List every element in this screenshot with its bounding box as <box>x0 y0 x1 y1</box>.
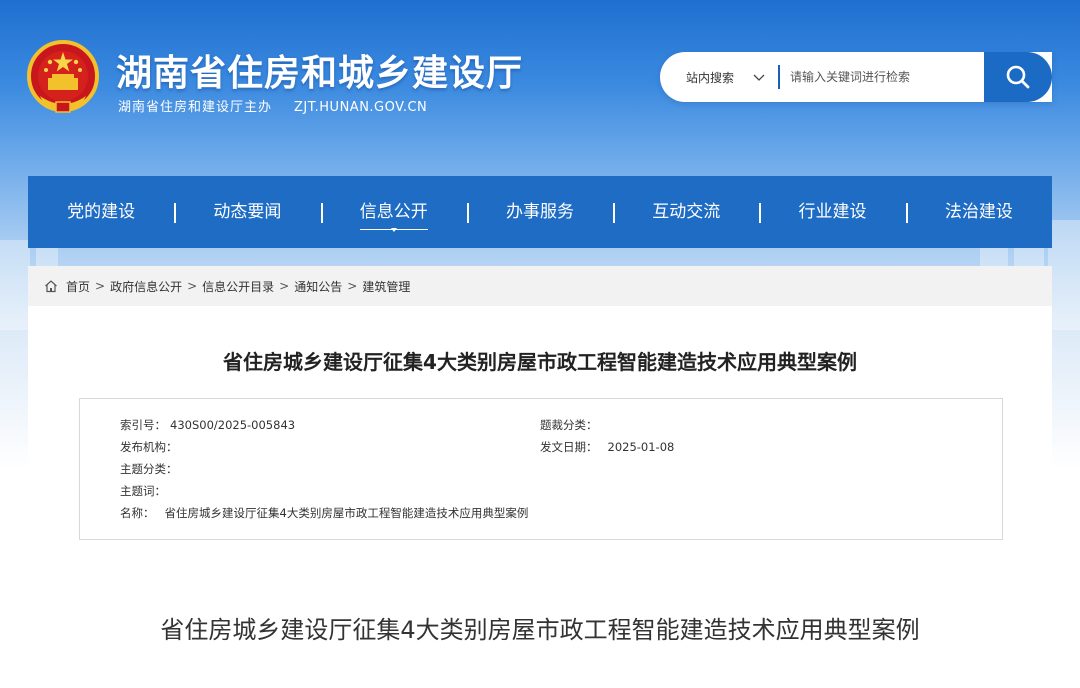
content-title: 省住房城乡建设厅征集4大类别房屋市政工程智能建造技术应用典型案例 <box>160 616 920 644</box>
site-subtitle: 湖南省住房和建设厅主办 ZJT.HUNAN.GOV.CN <box>118 96 427 115</box>
meta-date: 发文日期： 2025-01-08 <box>540 439 674 455</box>
site-title: 湖南省住房和城乡建设厅 <box>116 53 524 94</box>
breadcrumb-separator: > <box>95 279 106 293</box>
content-panel: 首页 > 政府信息公开 > 信息公开目录 > 通知公告 > 建筑管理 省住房城乡… <box>28 266 1052 688</box>
nav-item-label: 党的建设 <box>67 202 136 222</box>
site-domain: ZJT.HUNAN.GOV.CN <box>294 100 428 115</box>
meta-value: 2025-01-08 <box>607 440 675 454</box>
breadcrumb-separator: > <box>187 279 198 293</box>
meta-label: 名称： <box>120 506 155 520</box>
meta-index: 索引号： 430S00/2025-005843 <box>120 417 295 433</box>
nav-item-label: 法治建设 <box>944 202 1013 222</box>
meta-topic: 主题分类： <box>120 461 182 477</box>
search-button[interactable] <box>984 52 1052 102</box>
meta-keywords: 主题词： <box>120 483 170 499</box>
search-bar: 站内搜索 <box>660 52 1052 102</box>
meta-name: 名称： 省住房城乡建设厅征集4大类别房屋市政工程智能建造技术应用典型案例 <box>120 505 528 521</box>
nav-item-label: 动态要闻 <box>213 202 282 222</box>
nav-item-info-disclosure[interactable]: 信息公开 <box>320 176 467 248</box>
meta-value: 430S00/2025-005843 <box>170 418 296 432</box>
breadcrumb-separator: > <box>347 279 358 293</box>
site-sponsor: 湖南省住房和建设厅主办 <box>118 100 273 115</box>
nav-item-label: 行业建设 <box>798 202 867 222</box>
meta-label: 发文日期： <box>540 440 598 454</box>
meta-publisher: 发布机构： <box>120 439 182 455</box>
search-input[interactable] <box>780 52 984 102</box>
nav-item-label: 互动交流 <box>652 202 721 222</box>
meta-label: 索引号： <box>120 418 166 432</box>
meta-value: 省住房城乡建设厅征集4大类别房屋市政工程智能建造技术应用典型案例 <box>164 506 529 520</box>
nav-item-services[interactable]: 办事服务 <box>466 176 613 248</box>
meta-label: 题裁分类： <box>540 418 598 432</box>
meta-label: 主题分类： <box>120 462 178 476</box>
national-emblem-icon <box>27 40 99 113</box>
article-title: 省住房城乡建设厅征集4大类别房屋市政工程智能建造技术应用典型案例 <box>223 350 857 374</box>
nav-item-party-building[interactable]: 党的建设 <box>28 176 174 248</box>
meta-label: 发布机构： <box>120 440 178 454</box>
search-scope-select[interactable]: 站内搜索 <box>660 69 778 86</box>
nav-item-news[interactable]: 动态要闻 <box>174 176 320 248</box>
search-scope-label: 站内搜索 <box>686 70 735 85</box>
metadata-table: 索引号： 430S00/2025-005843 题裁分类： 发布机构： 发文日期：… <box>79 398 1003 540</box>
nav-item-label: 信息公开 <box>359 176 428 248</box>
breadcrumb-item-gov-info[interactable]: 政府信息公开 <box>110 278 182 295</box>
meta-genre: 题裁分类： <box>540 417 602 433</box>
search-icon <box>1006 65 1030 89</box>
breadcrumb-item-notices[interactable]: 通知公告 <box>294 278 342 295</box>
breadcrumb-item-home[interactable]: 首页 <box>66 278 90 295</box>
nav-item-label: 办事服务 <box>505 202 574 222</box>
nav-item-industry[interactable]: 行业建设 <box>759 176 905 248</box>
nav-item-rule-of-law[interactable]: 法治建设 <box>905 176 1052 248</box>
nav-item-interaction[interactable]: 互动交流 <box>613 176 759 248</box>
breadcrumb-item-catalog[interactable]: 信息公开目录 <box>202 278 274 295</box>
breadcrumb-item-construction[interactable]: 建筑管理 <box>362 278 410 295</box>
breadcrumb-separator: > <box>279 279 290 293</box>
chevron-down-icon <box>753 74 765 81</box>
main-nav: 党的建设 动态要闻 信息公开 办事服务 互动交流 行业建设 法治建设 <box>28 176 1052 248</box>
home-icon[interactable] <box>44 279 58 293</box>
active-caret-icon <box>390 228 397 232</box>
breadcrumb: 首页 > 政府信息公开 > 信息公开目录 > 通知公告 > 建筑管理 <box>28 266 1052 306</box>
meta-label: 主题词： <box>120 484 166 498</box>
